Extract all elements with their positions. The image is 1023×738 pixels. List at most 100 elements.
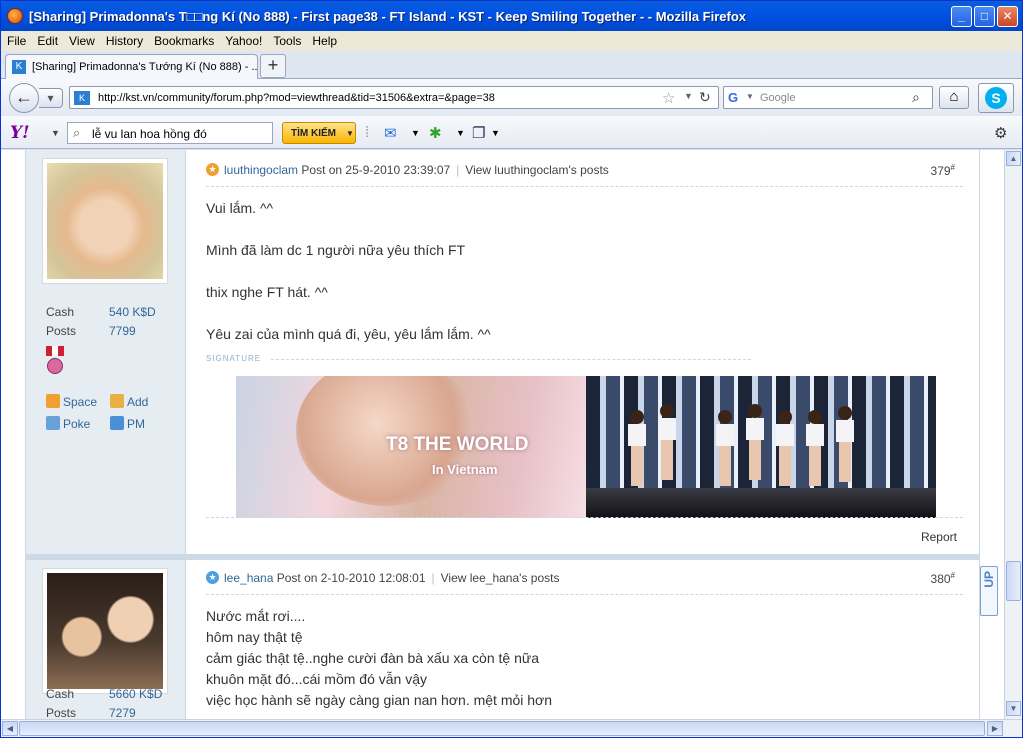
poke-link-label: Poke <box>63 417 91 431</box>
scroll-up-arrow-icon[interactable]: ▲ <box>1006 151 1021 166</box>
search-icon: ⌕ <box>73 125 81 140</box>
horizontal-scrollbar[interactable]: ◀ ▶ <box>1 719 1022 737</box>
signature-label: SIGNATURE <box>206 354 262 363</box>
menu-bookmarks[interactable]: Bookmarks <box>148 31 219 48</box>
post-header: ★ luuthingoclam Post on 25-9-2010 23:39:… <box>206 153 963 187</box>
posts-label: Posts <box>46 706 77 719</box>
post-author-link[interactable]: lee_hana <box>224 571 273 585</box>
post-number[interactable]: 379# <box>931 163 955 178</box>
medal-icon[interactable] <box>46 346 64 376</box>
scroll-to-top-button[interactable]: UP <box>980 566 998 616</box>
engine-dropdown-icon[interactable]: ▼ <box>746 92 754 101</box>
url-history-dropdown-icon[interactable]: ▼ <box>684 91 693 101</box>
cash-value: 5660 K$D <box>109 687 163 701</box>
reload-icon[interactable]: ↻ <box>699 89 711 106</box>
menu-file[interactable]: File <box>1 31 31 48</box>
forward-button[interactable]: ▾ <box>39 88 63 108</box>
post-line: Nước mắt rơi.... <box>206 608 306 624</box>
report-link[interactable]: Report <box>921 530 957 544</box>
close-button[interactable]: ✕ <box>997 6 1018 27</box>
tab-active[interactable]: K [Sharing] Primadonna's Tướng Kí (No 88… <box>5 54 258 79</box>
vertical-scrollbar[interactable]: ▲ ▼ <box>1004 150 1022 719</box>
yahoo-logo-icon[interactable]: Y! <box>10 123 30 143</box>
signature-banner-image: T8 THE WORLD In Vietnam <box>236 376 936 518</box>
pm-link-label: PM <box>127 417 145 431</box>
site-identity-icon[interactable]: K <box>74 91 90 105</box>
new-tab-button[interactable]: + <box>260 54 286 78</box>
bookmarks-dropdown-icon[interactable]: ▼ <box>491 128 500 138</box>
post-line: thix nghe FT hát. ^^ <box>206 284 328 300</box>
scroll-left-arrow-icon[interactable]: ◀ <box>2 721 18 736</box>
post-line: khuôn mặt đó...cái mồm đó vẫn vậy <box>206 671 427 687</box>
minimize-button[interactable]: _ <box>951 6 972 27</box>
messenger-icon[interactable]: ✱ <box>429 124 442 142</box>
yahoo-search-button[interactable]: TÌM KIẾM ▼ <box>282 122 356 144</box>
avatar[interactable] <box>42 568 168 694</box>
posts-stat: Posts 7279 <box>46 706 136 719</box>
horizontal-scroll-thumb[interactable] <box>19 721 985 736</box>
tab-label: [Sharing] Primadonna's Tướng Kí (No 888)… <box>32 61 258 73</box>
yahoo-menu-dropdown-icon[interactable]: ▼ <box>51 128 60 138</box>
cash-label: Cash <box>46 305 75 319</box>
mail-dropdown-icon[interactable]: ▼ <box>411 128 420 138</box>
post-line: Mình đã làm dc 1 người nữa yêu thích FT <box>206 242 466 258</box>
cash-stat: Cash 5660 K$D <box>46 687 162 701</box>
posts-value[interactable]: 7799 <box>109 324 136 338</box>
view-author-posts-link[interactable]: View luuthingoclam's posts <box>465 163 608 177</box>
post-header: ★ lee_hana Post on 2-10-2010 12:08:01 | Vi… <box>206 561 963 595</box>
pm-link[interactable]: PM <box>110 416 145 431</box>
vertical-scroll-thumb[interactable] <box>1006 561 1021 601</box>
add-link-label: Add <box>127 395 149 409</box>
menu-bar: File Edit View History Bookmarks Yahoo! Tools H… <box>1 31 1022 51</box>
posts-value[interactable]: 7279 <box>109 706 136 719</box>
messenger-dropdown-icon[interactable]: ▼ <box>456 128 465 138</box>
scroll-down-arrow-icon[interactable]: ▼ <box>1006 701 1021 716</box>
scroll-right-arrow-icon[interactable]: ▶ <box>987 721 1003 736</box>
forum-post: Cash 540 K$D Posts 7799 Space Add Poke PM … <box>25 150 980 554</box>
back-button[interactable]: ← <box>9 83 39 113</box>
post-number-value: 379 <box>930 164 951 178</box>
url-text[interactable]: http://kst.vn/community/forum.php?mod=vi… <box>98 92 495 104</box>
add-friend-icon <box>110 394 124 408</box>
web-search-box[interactable]: G ▼ Google ⌕ <box>723 86 933 109</box>
url-bar[interactable]: K http://kst.vn/community/forum.php?mod=… <box>69 86 719 109</box>
menu-tools[interactable]: Tools <box>267 31 306 48</box>
up-label: UP <box>982 571 996 588</box>
online-status-icon: ★ <box>206 163 219 176</box>
search-icon[interactable]: ⌕ <box>912 89 920 106</box>
poke-link[interactable]: Poke <box>46 416 90 431</box>
mail-icon[interactable]: ✉ <box>384 124 397 142</box>
bookmarks-icon[interactable]: ❐ <box>472 124 485 142</box>
post-author-sidebar: Cash 5660 K$D Posts 7279 <box>26 560 186 719</box>
menu-history[interactable]: History <box>100 31 148 48</box>
space-link-label: Space <box>63 395 98 409</box>
yahoo-toolbar: Y! ▼ ⌕ lễ vu lan hoa hồng đó TÌM KIẾM ▼ ⁞… <box>1 116 1022 149</box>
post-number[interactable]: 380# <box>931 571 955 586</box>
home-button[interactable]: ⌂ <box>939 86 969 109</box>
banner-subtitle: In Vietnam <box>432 462 498 477</box>
maximize-button[interactable]: □ <box>974 6 995 27</box>
settings-gear-icon[interactable]: ⚙ <box>994 124 1007 142</box>
yahoo-search-input[interactable]: ⌕ lễ vu lan hoa hồng đó <box>67 122 273 144</box>
post-author-link[interactable]: luuthingoclam <box>224 163 298 177</box>
add-friend-link[interactable]: Add <box>110 394 148 409</box>
view-author-posts-link[interactable]: View lee_hana's posts <box>441 571 560 585</box>
home-icon <box>46 394 60 408</box>
menu-yahoo[interactable]: Yahoo! <box>219 31 267 48</box>
menu-view[interactable]: View <box>63 31 100 48</box>
cash-value: 540 K$D <box>109 305 156 319</box>
online-status-icon: ★ <box>206 571 219 584</box>
post-line: hôm nay thật tệ <box>206 629 303 645</box>
menu-edit[interactable]: Edit <box>31 31 63 48</box>
skype-button[interactable]: S <box>978 83 1014 113</box>
menu-help[interactable]: Help <box>306 31 342 48</box>
post-number-value: 380 <box>930 572 951 586</box>
google-engine-icon[interactable]: G <box>728 90 744 106</box>
yahoo-search-value[interactable]: lễ vu lan hoa hồng đó <box>92 127 207 141</box>
banner-title: T8 THE WORLD <box>386 434 529 455</box>
avatar[interactable] <box>42 158 168 284</box>
posts-label: Posts <box>46 324 77 338</box>
post-author-sidebar: Cash 540 K$D Posts 7799 Space Add Poke PM <box>26 150 186 554</box>
space-link[interactable]: Space <box>46 394 97 409</box>
bookmark-star-icon[interactable]: ☆ <box>662 89 675 107</box>
